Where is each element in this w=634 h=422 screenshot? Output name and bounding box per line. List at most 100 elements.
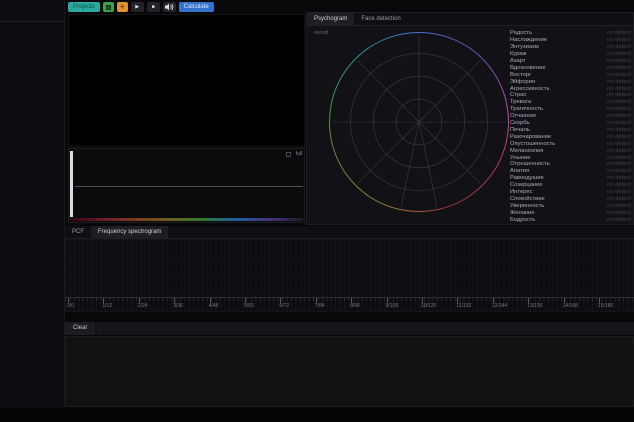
emotion-row: Меланхолияno detect bbox=[510, 147, 631, 154]
emotion-value: no detect bbox=[607, 134, 631, 140]
time-axis: 0/01/122/243/364/485/606/727/848/969/108… bbox=[65, 297, 634, 312]
time-tick-label: 3/36 bbox=[173, 303, 183, 309]
tab-frequency-spectrogram[interactable]: Frequency spectrogram bbox=[91, 226, 168, 238]
playhead[interactable] bbox=[70, 151, 73, 217]
emotion-row: Отчаяниеno detect bbox=[510, 113, 631, 120]
time-tick-label: 2/24 bbox=[138, 303, 148, 309]
emotion-name: Созерцание bbox=[510, 182, 543, 188]
emotion-row: Уверенностьno detect bbox=[510, 203, 631, 210]
emotion-name: Печаль bbox=[510, 127, 530, 133]
emotion-value: no detect bbox=[607, 155, 631, 161]
speaker-icon bbox=[165, 3, 174, 11]
emotion-list: Радостьno detectНаслаждениеno detectЭнту… bbox=[510, 30, 631, 223]
calculate-button[interactable]: Calculate bbox=[179, 2, 214, 12]
emotion-name: Уныние bbox=[510, 155, 530, 161]
emotion-name: Страх bbox=[510, 92, 526, 98]
emotion-row: Отрешенностьno detect bbox=[510, 161, 631, 168]
taskbar-strip bbox=[0, 408, 634, 422]
tab-face-detection[interactable]: Face detection bbox=[354, 13, 407, 25]
bottom-tabbar: PCF Frequency spectrogram bbox=[65, 226, 634, 239]
emotion-value: no detect bbox=[607, 120, 631, 126]
psychogram-panel: Psychogram Face detection record Радость… bbox=[306, 12, 634, 225]
emotion-row: Вдохновениеno detect bbox=[510, 65, 631, 72]
projects-button[interactable]: Projects bbox=[68, 2, 100, 12]
emotion-row: Страхno detect bbox=[510, 92, 631, 99]
emotion-name: Апатия bbox=[510, 168, 529, 174]
emotion-name: Азарт bbox=[510, 58, 526, 64]
clear-row: Clear bbox=[65, 322, 634, 335]
square-icon bbox=[106, 5, 111, 10]
emotion-name: Разочарование bbox=[510, 134, 551, 140]
time-tick-label: 14/168 bbox=[563, 303, 578, 309]
add-button[interactable]: + bbox=[117, 2, 128, 12]
emotion-value: no detect bbox=[607, 189, 631, 195]
time-tick-label: 15/180 bbox=[598, 303, 613, 309]
emotion-name: Интерес bbox=[510, 189, 533, 195]
emotion-name: Бодрость bbox=[510, 217, 535, 223]
waveform-panel: full bbox=[68, 148, 305, 223]
full-checkbox[interactable] bbox=[286, 152, 291, 157]
video-preview bbox=[68, 14, 305, 147]
emotion-name: Эйфория bbox=[510, 79, 535, 85]
tab-pcf[interactable]: PCF bbox=[65, 226, 91, 238]
volume-button[interactable] bbox=[163, 2, 176, 12]
emotion-value: no detect bbox=[607, 58, 631, 64]
spectrum-strip bbox=[70, 218, 303, 221]
emotion-row: Скорбь no detect bbox=[510, 120, 631, 127]
emotion-row: Спокойствиеno detect bbox=[510, 196, 631, 203]
tab-psychogram[interactable]: Psychogram bbox=[307, 13, 354, 25]
emotion-value: no detect bbox=[607, 141, 631, 147]
emotion-row: Интерес no detect bbox=[510, 189, 631, 196]
emotion-value: no detect bbox=[607, 106, 631, 112]
time-tick-label: 4/48 bbox=[209, 303, 219, 309]
emotion-name: Скорбь bbox=[510, 120, 530, 126]
time-tick-label: 6/72 bbox=[279, 303, 289, 309]
emotion-value: no detect bbox=[607, 175, 631, 181]
emotion-value: no detect bbox=[607, 168, 631, 174]
time-tick-label: 12/144 bbox=[492, 303, 507, 309]
emotion-row: Агрессивностьno detect bbox=[510, 85, 631, 92]
emotion-name: Отчаяние bbox=[510, 113, 536, 119]
stop-icon: ■ bbox=[152, 5, 155, 10]
emotion-value: no detect bbox=[607, 161, 631, 167]
emotion-name: Кураж bbox=[510, 51, 527, 57]
time-tick-label: 0/0 bbox=[67, 303, 74, 309]
clear-strip bbox=[97, 322, 634, 335]
clear-button[interactable]: Clear bbox=[65, 322, 95, 335]
emotion-name: Агрессивность bbox=[510, 86, 550, 92]
right-tabbar: Psychogram Face detection bbox=[307, 13, 633, 26]
emotion-row: Печаль no detect bbox=[510, 127, 631, 134]
emotion-name: Желание bbox=[510, 210, 535, 216]
emotion-row: Опустошенностьno detect bbox=[510, 141, 631, 148]
sidebar bbox=[0, 0, 65, 407]
emotion-value: no detect bbox=[607, 217, 631, 223]
emotion-row: Трагичность no detect bbox=[510, 106, 631, 113]
emotion-row: Наслаждениеno detect bbox=[510, 37, 631, 44]
psychogram-grid bbox=[329, 32, 509, 212]
emotion-row: Равнодушиеno detect bbox=[510, 175, 631, 182]
waveform-midline bbox=[75, 186, 303, 187]
emotion-row: Уныние no detect bbox=[510, 154, 631, 161]
emotion-value: no detect bbox=[607, 65, 631, 71]
spectrogram-panel: 0/01/122/243/364/485/606/727/848/969/108… bbox=[65, 239, 634, 312]
time-tick-label: 1/12 bbox=[102, 303, 112, 309]
load-button[interactable] bbox=[103, 2, 114, 12]
emotion-name: Трагичность bbox=[510, 106, 543, 112]
emotion-value: no detect bbox=[607, 148, 631, 154]
emotion-name: Уверенность bbox=[510, 203, 544, 209]
toolbar: Projects + ▶ ■ Calculate bbox=[68, 1, 214, 13]
emotion-row: Бодрость no detect bbox=[510, 216, 631, 223]
emotion-row: Желаниеno detect bbox=[510, 210, 631, 217]
play-button[interactable]: ▶ bbox=[131, 2, 144, 12]
emotion-name: Наслаждение bbox=[510, 37, 547, 43]
sidebar-header bbox=[0, 0, 64, 22]
emotion-row: Созерцаниеno detect bbox=[510, 182, 631, 189]
emotion-value: no detect bbox=[607, 72, 631, 78]
stop-button[interactable]: ■ bbox=[147, 2, 160, 12]
emotion-row: Энтузиазмno detect bbox=[510, 44, 631, 51]
emotion-name: Восторг bbox=[510, 72, 531, 78]
emotion-value: no detect bbox=[607, 79, 631, 85]
emotion-value: no detect bbox=[607, 127, 631, 133]
emotion-row: Эйфория no detect bbox=[510, 78, 631, 85]
time-tick-label: 7/84 bbox=[315, 303, 325, 309]
